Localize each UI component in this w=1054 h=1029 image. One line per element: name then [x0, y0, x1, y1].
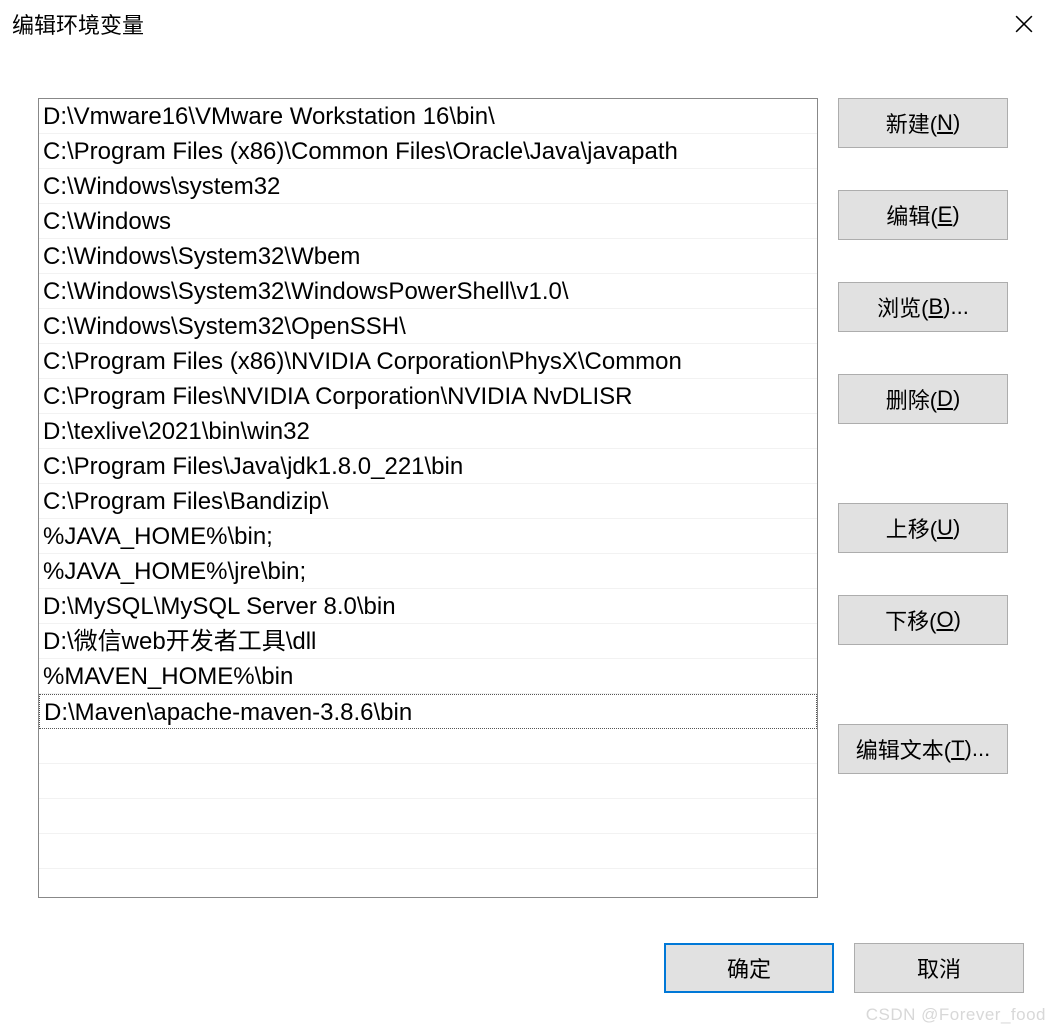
- list-item[interactable]: C:\Program Files\NVIDIA Corporation\NVID…: [39, 379, 817, 414]
- list-item[interactable]: D:\texlive\2021\bin\win32: [39, 414, 817, 449]
- list-item[interactable]: C:\Program Files (x86)\Common Files\Orac…: [39, 134, 817, 169]
- list-item[interactable]: %JAVA_HOME%\bin;: [39, 519, 817, 554]
- list-item[interactable]: D:\Maven\apache-maven-3.8.6\bin: [39, 694, 817, 729]
- move-down-button[interactable]: 下移(O): [838, 595, 1008, 645]
- list-item[interactable]: C:\Windows\System32\WindowsPowerShell\v1…: [39, 274, 817, 309]
- dialog-footer: 确定 取消: [664, 943, 1024, 993]
- close-button[interactable]: [994, 0, 1054, 48]
- list-item-empty: [39, 834, 817, 869]
- move-up-button[interactable]: 上移(U): [838, 503, 1008, 553]
- list-item[interactable]: C:\Program Files (x86)\NVIDIA Corporatio…: [39, 344, 817, 379]
- list-item[interactable]: C:\Program Files\Bandizip\: [39, 484, 817, 519]
- list-item-empty: [39, 729, 817, 764]
- list-item[interactable]: D:\Vmware16\VMware Workstation 16\bin\: [39, 99, 817, 134]
- window-title: 编辑环境变量: [12, 8, 144, 40]
- button-column: 新建(N) 编辑(E) 浏览(B)... 删除(D) 上移(U) 下移(O) 编…: [838, 98, 1008, 898]
- list-item-empty: [39, 799, 817, 834]
- cancel-button[interactable]: 取消: [854, 943, 1024, 993]
- list-item[interactable]: C:\Windows\System32\OpenSSH\: [39, 309, 817, 344]
- path-listbox[interactable]: D:\Vmware16\VMware Workstation 16\bin\C:…: [38, 98, 818, 898]
- watermark: CSDN @Forever_food: [866, 1005, 1046, 1025]
- edit-text-button[interactable]: 编辑文本(T)...: [838, 724, 1008, 774]
- list-item-empty: [39, 764, 817, 799]
- ok-button[interactable]: 确定: [664, 943, 834, 993]
- delete-button[interactable]: 删除(D): [838, 374, 1008, 424]
- list-item[interactable]: C:\Program Files\Java\jdk1.8.0_221\bin: [39, 449, 817, 484]
- list-item[interactable]: %JAVA_HOME%\jre\bin;: [39, 554, 817, 589]
- list-item[interactable]: C:\Windows\system32: [39, 169, 817, 204]
- edit-button[interactable]: 编辑(E): [838, 190, 1008, 240]
- list-item[interactable]: D:\MySQL\MySQL Server 8.0\bin: [39, 589, 817, 624]
- list-item-empty: [39, 869, 817, 898]
- list-item[interactable]: %MAVEN_HOME%\bin: [39, 659, 817, 694]
- dialog-content: D:\Vmware16\VMware Workstation 16\bin\C:…: [0, 48, 1054, 898]
- titlebar: 编辑环境变量: [0, 0, 1054, 48]
- list-item[interactable]: D:\微信web开发者工具\dll: [39, 624, 817, 659]
- close-icon: [1015, 15, 1033, 33]
- list-item[interactable]: C:\Windows\System32\Wbem: [39, 239, 817, 274]
- new-button[interactable]: 新建(N): [838, 98, 1008, 148]
- browse-button[interactable]: 浏览(B)...: [838, 282, 1008, 332]
- list-item[interactable]: C:\Windows: [39, 204, 817, 239]
